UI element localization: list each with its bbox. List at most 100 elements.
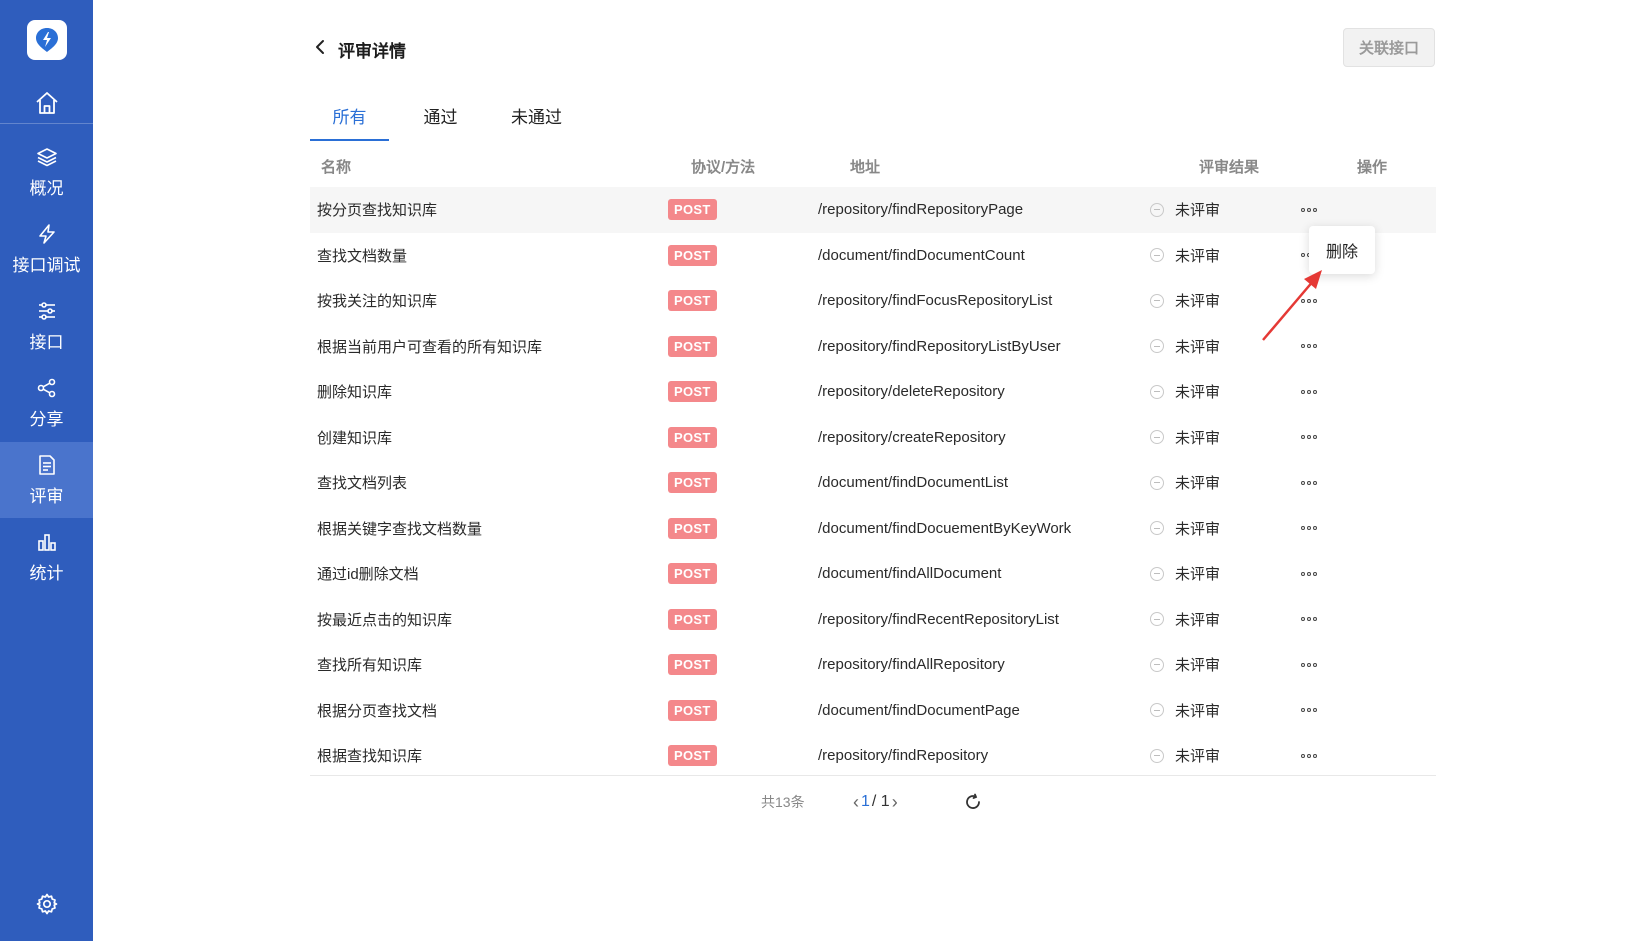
sidebar-item-review[interactable]: 评审	[0, 442, 93, 518]
more-actions-button[interactable]	[1299, 382, 1319, 402]
row-name: 根据分页查找文档	[317, 702, 438, 720]
refresh-button[interactable]	[963, 790, 983, 814]
pagination-total: 共13条	[761, 794, 805, 810]
result-text: 未评审	[1175, 293, 1221, 311]
table-row[interactable]: 按最近点击的知识库 POST/repository/findRecentRepos…	[310, 597, 1436, 643]
table-row[interactable]: 根据查找知识库 POST/repository/findRepository 未评审	[310, 733, 1436, 779]
more-actions-button[interactable]	[1299, 518, 1319, 538]
table-row[interactable]: 根据当前用户可查看的所有知识库 POST/repository/findRepos…	[310, 324, 1436, 370]
row-address: /repository/findRecentRepositoryList	[818, 610, 1059, 628]
status-minus-icon	[1150, 612, 1164, 627]
row-result: 未评审	[1150, 415, 1220, 461]
method-badge: POST	[668, 335, 717, 357]
lightning-icon	[38, 223, 55, 244]
header-name: 名称	[321, 159, 352, 176]
sidebar-item-api-debug[interactable]: 接口调试	[0, 211, 93, 287]
method-badge: POST	[668, 381, 717, 403]
result-text: 未评审	[1175, 247, 1221, 265]
sidebar-divider	[0, 123, 93, 124]
row-address: /repository/findRepositoryListByUser	[818, 337, 1061, 355]
header-result: 评审结果	[1199, 159, 1260, 176]
sidebar-item-share[interactable]: 分享	[0, 365, 93, 441]
document-list-icon	[38, 454, 55, 475]
sidebar-item-label: 评审	[29, 486, 64, 506]
more-actions-button[interactable]	[1299, 609, 1319, 629]
result-text: 未评审	[1175, 611, 1221, 629]
row-result: 未评审	[1150, 642, 1220, 688]
table-row[interactable]: 查找文档列表 POST/document/findDocumentList 未评审	[310, 460, 1436, 506]
header-action: 操作	[1357, 159, 1388, 176]
row-result: 未评审	[1150, 233, 1220, 279]
tab-failed[interactable]: 未通过	[503, 95, 570, 141]
result-text: 未评审	[1175, 384, 1221, 402]
prev-page-button[interactable]: ‹	[853, 792, 859, 813]
back-button[interactable]	[310, 36, 330, 58]
more-actions-button[interactable]	[1299, 655, 1319, 675]
page-title: 评审详情	[338, 42, 406, 61]
row-result: 未评审	[1150, 688, 1220, 734]
status-minus-icon	[1150, 293, 1164, 308]
more-actions-button[interactable]	[1299, 700, 1319, 720]
table-row[interactable]: 创建知识库 POST/repository/createRepository 未评审	[310, 415, 1436, 461]
tab-all[interactable]: 所有	[310, 95, 389, 141]
layers-icon	[36, 147, 57, 166]
row-action-popover: 删除	[1309, 226, 1375, 274]
row-name: 删除知识库	[317, 384, 393, 402]
row-address: /repository/findFocusRepositoryList	[818, 292, 1053, 310]
table-row[interactable]: 根据分页查找文档 POST/document/findDocumentPage 未评…	[310, 688, 1436, 734]
sliders-icon	[38, 301, 55, 320]
sidebar-item-label: 分享	[29, 409, 64, 429]
tab-passed[interactable]: 通过	[410, 95, 471, 141]
more-actions-button[interactable]	[1299, 291, 1319, 311]
row-address: /document/findDocumentList	[818, 474, 1009, 492]
status-minus-icon	[1150, 384, 1164, 399]
table-row[interactable]: 通过id删除文档 POST/document/findAllDocument 未评审	[310, 551, 1436, 597]
status-minus-icon	[1150, 748, 1164, 763]
link-interface-button[interactable]: 关联接口	[1343, 28, 1435, 67]
result-text: 未评审	[1175, 429, 1221, 447]
sidebar-item-api[interactable]: 接口	[0, 288, 93, 364]
row-result: 未评审	[1150, 324, 1220, 370]
method-badge: POST	[668, 745, 717, 767]
more-actions-button[interactable]	[1299, 427, 1319, 447]
row-result: 未评审	[1150, 506, 1220, 552]
table-row[interactable]: 按分页查找知识库 POST/repository/findRepositoryPa…	[310, 187, 1436, 233]
delete-menu-item[interactable]: 删除	[1326, 238, 1358, 262]
more-actions-button[interactable]	[1299, 473, 1319, 493]
table-row[interactable]: 查找文档数量 POST/document/findDocumentCount 未评审	[310, 233, 1436, 279]
row-address: /repository/findRepositoryPage	[818, 201, 1024, 219]
more-actions-button[interactable]	[1299, 200, 1319, 220]
table-row[interactable]: 删除知识库 POST/repository/deleteRepository 未评审	[310, 369, 1436, 415]
row-name: 查找所有知识库	[317, 657, 423, 675]
nav-home[interactable]	[0, 82, 93, 124]
table-row[interactable]: 按我关注的知识库 POST/repository/findFocusReposit…	[310, 278, 1436, 324]
row-address: /repository/deleteRepository	[818, 383, 1005, 401]
more-actions-button[interactable]	[1299, 746, 1319, 766]
table-body: 按分页查找知识库 POST/repository/findRepositoryPa…	[310, 187, 1436, 779]
status-minus-icon	[1150, 703, 1164, 718]
sidebar-item-statistics[interactable]: 统计	[0, 519, 93, 595]
sidebar-item-label: 接口调试	[12, 255, 81, 275]
result-text: 未评审	[1175, 566, 1221, 584]
more-actions-button[interactable]	[1299, 564, 1319, 584]
settings-button[interactable]	[0, 888, 93, 920]
row-address: /repository/findRepository	[818, 747, 989, 765]
result-text: 未评审	[1175, 338, 1221, 356]
row-name: 按分页查找知识库	[317, 202, 438, 220]
row-address: /document/findDocuementByKeyWork	[818, 519, 1072, 537]
next-page-button[interactable]: ›	[892, 792, 898, 813]
more-actions-button[interactable]	[1299, 336, 1319, 356]
method-badge: POST	[668, 290, 717, 312]
table-row[interactable]: 查找所有知识库 POST/repository/findAllRepository…	[310, 642, 1436, 688]
review-table: 名称 协议/方法 地址 评审结果 操作 按分页查找知识库 POST/reposit…	[310, 142, 1436, 779]
sidebar-item-overview[interactable]: 概况	[0, 134, 93, 210]
pagination: ‹ 1 / 1 ›	[853, 790, 898, 814]
status-minus-icon	[1150, 248, 1164, 263]
method-badge: POST	[668, 654, 717, 676]
header-method: 协议/方法	[691, 159, 756, 176]
status-minus-icon	[1150, 475, 1164, 490]
table-row[interactable]: 根据关键字查找文档数量 POST/document/findDocuementBy…	[310, 506, 1436, 552]
app-logo[interactable]	[27, 20, 67, 60]
row-name: 根据查找知识库	[317, 748, 423, 766]
row-address: /repository/findAllRepository	[818, 656, 1005, 674]
